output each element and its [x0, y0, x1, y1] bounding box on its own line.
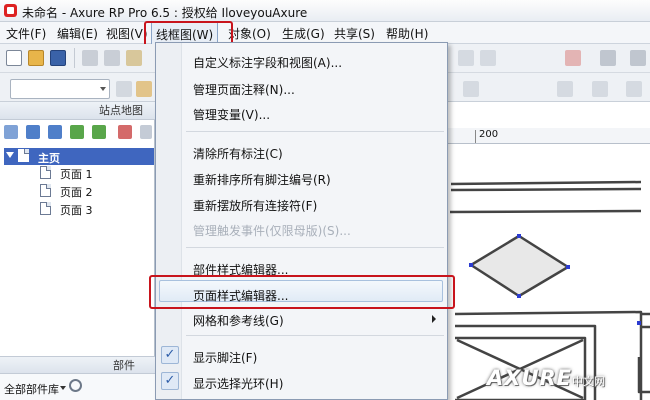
delete-page-icon[interactable] — [118, 125, 132, 139]
shadow-icon[interactable] — [626, 81, 642, 97]
snap-icon[interactable] — [458, 50, 474, 66]
watermark-text: AXURE — [487, 366, 573, 390]
fill-color-icon[interactable] — [565, 50, 581, 66]
menu-file[interactable]: 文件(F) — [4, 25, 48, 42]
menu-item-reorder-footnotes[interactable]: 重新排序所有脚注编号(R) — [193, 171, 331, 188]
page-icon — [40, 166, 51, 179]
menu-separator — [186, 335, 444, 336]
menu-item-reroute-connectors[interactable]: 重新摆放所有连接符(F) — [193, 197, 317, 214]
sketch-box-top-edge — [450, 180, 642, 186]
save-icon[interactable] — [50, 50, 66, 66]
menu-item-custom-annotation-fields[interactable]: 自定义标注字段和视图(A)... — [193, 54, 342, 71]
copy-icon[interactable] — [104, 50, 120, 66]
sitemap-page-label: 页面 3 — [60, 204, 93, 217]
sketch-diamond — [469, 234, 570, 298]
widgets-header: 部件 — [0, 356, 155, 374]
sketch-box-bottom-edge — [449, 209, 642, 214]
submenu-arrow-icon — [432, 315, 436, 323]
selection-handle — [637, 321, 641, 325]
menu-edit[interactable]: 编辑(E) — [55, 25, 100, 42]
watermark-suffix: 中文网 — [572, 375, 606, 388]
indent-icon[interactable] — [70, 125, 84, 139]
sitemap-root-label: 主页 — [38, 152, 60, 165]
page-icon — [18, 149, 29, 162]
menu-help[interactable]: 帮助(H) — [384, 25, 430, 42]
menu-share[interactable]: 共享(S) — [332, 25, 377, 42]
add-page-icon[interactable] — [4, 125, 18, 139]
sitemap-page-label: 页面 1 — [60, 168, 93, 181]
menu-generate[interactable]: 生成(G) — [280, 25, 327, 42]
widget-library-select[interactable]: 全部部件库 — [4, 381, 59, 397]
outdent-icon[interactable] — [92, 125, 106, 139]
move-up-icon[interactable] — [26, 125, 40, 139]
sitemap-panel: 站点地图 主页 页面 1 页面 2 页面 3 — [0, 102, 155, 356]
checkmark-icon: ✓ — [161, 346, 179, 364]
more-tools-icon[interactable] — [140, 125, 152, 139]
open-folder-icon[interactable] — [28, 50, 44, 66]
format-painter-icon[interactable] — [136, 81, 152, 97]
menu-item-manage-raised-events: 管理触发事件(仅限母版)(S)... — [193, 224, 351, 238]
line-color-icon[interactable] — [600, 50, 616, 66]
zoom-icon[interactable] — [480, 50, 496, 66]
menu-view[interactable]: 视图(V) — [104, 25, 150, 42]
menu-bar: 文件(F) 编辑(E) 视图(V) 线框图(W) 对象(O) 生成(G) 共享(… — [0, 22, 650, 44]
menu-item-show-footnotes[interactable]: 显示脚注(F) — [193, 349, 257, 366]
menu-object[interactable]: 对象(O) — [226, 25, 273, 42]
watermark-logo: AXURE中文网 — [487, 366, 605, 390]
selection-handle — [517, 294, 521, 298]
search-icon[interactable] — [69, 379, 82, 392]
title-bar: 未命名 - Axure RP Pro 6.5 : 授权给 IloveyouAxu… — [0, 0, 650, 22]
selection-handle — [517, 234, 521, 238]
move-down-icon[interactable] — [48, 125, 62, 139]
sitemap-root-home[interactable]: 主页 — [4, 148, 154, 165]
menu-item-manage-variables[interactable]: 管理变量(V)... — [193, 106, 270, 123]
sitemap-page-label: 页面 2 — [60, 186, 93, 199]
menu-item-show-selection-halo[interactable]: 显示选择光环(H) — [193, 375, 283, 392]
text-color-icon[interactable] — [557, 81, 573, 97]
menu-separator — [186, 131, 444, 132]
text-format-icon[interactable] — [116, 81, 132, 97]
menu-separator — [186, 247, 444, 248]
wireframe-dropdown-menu: 自定义标注字段和视图(A)... 管理页面注释(N)... 管理变量(V)...… — [155, 42, 448, 400]
menu-item-grid-guides[interactable]: 网格和参考线(G) — [193, 312, 284, 329]
dropdown-arrow-icon[interactable] — [60, 386, 66, 390]
align-icon[interactable] — [463, 81, 479, 97]
new-file-icon[interactable] — [6, 50, 22, 66]
sitemap-toolbar — [0, 122, 155, 142]
widget-library-row: 全部部件库 — [0, 374, 155, 400]
axure-app-icon — [4, 4, 17, 17]
selection-handle — [566, 265, 570, 269]
checkmark-icon: ✓ — [161, 372, 179, 390]
page-icon — [40, 184, 51, 197]
menu-item-manage-page-notes[interactable]: 管理页面注释(N)... — [193, 81, 295, 98]
toolbar-separator — [74, 48, 75, 68]
paste-icon[interactable] — [126, 50, 142, 66]
menu-item-clear-annotations[interactable]: 清除所有标注(C) — [193, 145, 283, 162]
menu-item-highlight-box — [149, 275, 455, 309]
collapse-icon[interactable] — [6, 152, 14, 158]
bullets-icon[interactable] — [592, 81, 608, 97]
selection-handle — [469, 263, 473, 267]
cut-icon[interactable] — [82, 50, 98, 66]
window-title: 未命名 - Axure RP Pro 6.5 : 授权给 IloveyouAxu… — [22, 6, 308, 20]
line-width-icon[interactable] — [630, 50, 646, 66]
font-family-select[interactable] — [10, 79, 110, 99]
sketch-right-edge — [641, 312, 650, 329]
sketch-box-second-edge — [450, 187, 642, 192]
sitemap-header: 站点地图 — [0, 102, 155, 120]
page-icon — [40, 202, 51, 215]
